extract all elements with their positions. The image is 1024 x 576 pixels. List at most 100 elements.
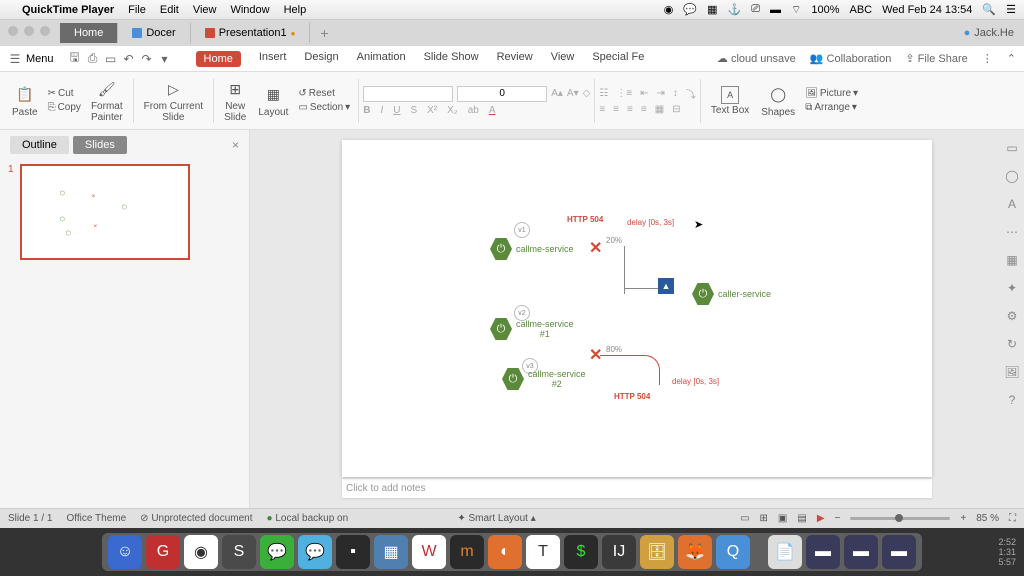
new-slide-button[interactable]: ⊞ New Slide xyxy=(218,78,252,123)
view-normal-icon[interactable]: ▭ xyxy=(740,513,749,524)
copy-button[interactable]: ⎘Copy xyxy=(44,101,85,114)
display-tray-icon[interactable]: ⎚ xyxy=(751,3,760,16)
increase-indent-button[interactable]: ⇥ xyxy=(657,88,665,99)
view-sorter-icon[interactable]: ⊞ xyxy=(760,513,768,524)
align-left-button[interactable]: ≡ xyxy=(599,104,605,115)
window3-icon[interactable]: ▬ xyxy=(882,535,916,569)
wps-icon[interactable]: W xyxy=(412,535,446,569)
font-family-input[interactable] xyxy=(363,86,453,102)
firefox-icon[interactable]: 🦊 xyxy=(678,535,712,569)
from-current-slide-button[interactable]: ▷ From Current Slide xyxy=(138,78,209,123)
cut-button[interactable]: ✂Cut xyxy=(44,87,85,100)
sublime-icon[interactable]: S xyxy=(222,535,256,569)
play-slideshow-icon[interactable]: ▶ xyxy=(817,513,825,524)
db-icon[interactable]: 🗄 xyxy=(640,535,674,569)
iterm-icon[interactable]: $ xyxy=(564,535,598,569)
record-icon[interactable]: ◉ xyxy=(664,3,674,16)
ribbon-tab-view[interactable]: View xyxy=(551,51,575,67)
help-icon[interactable]: ? xyxy=(1004,392,1020,408)
text-box-button[interactable]: A Text Box xyxy=(705,86,755,116)
text-panel-icon[interactable]: A xyxy=(1004,196,1020,212)
ribbon-more-icon[interactable]: ⋮ xyxy=(982,52,993,65)
ribbon-tab-animation[interactable]: Animation xyxy=(357,51,406,67)
tab-presentation[interactable]: Presentation1● xyxy=(191,23,311,43)
quicktime-icon[interactable]: Q xyxy=(716,535,750,569)
tab-home[interactable]: Home xyxy=(60,23,118,43)
calendar-tray-icon[interactable]: ▦ xyxy=(707,3,717,16)
spotlight-icon[interactable]: 🔍 xyxy=(982,3,996,16)
template-icon[interactable]: ▦ xyxy=(1004,252,1020,268)
increase-font-icon[interactable]: A▴ xyxy=(551,88,563,99)
window2-icon[interactable]: ▬ xyxy=(844,535,878,569)
wechat-icon[interactable]: 💬 xyxy=(260,535,294,569)
decrease-font-icon[interactable]: A▾ xyxy=(567,88,579,99)
superscript-button[interactable]: X² xyxy=(427,105,437,116)
zoom-level[interactable]: 85 % xyxy=(976,513,999,524)
align-center-button[interactable]: ≡ xyxy=(613,104,619,115)
ribbon-tab-review[interactable]: Review xyxy=(497,51,533,67)
collaboration[interactable]: 👥 Collaboration xyxy=(810,52,892,65)
fit-icon[interactable]: ⛶ xyxy=(1009,513,1016,524)
slide-canvas[interactable]: HTTP 504 delay [0s, 3s] v1 ⏻ callme-serv… xyxy=(342,140,932,477)
app3-icon[interactable]: m xyxy=(450,535,484,569)
underline-button[interactable]: U xyxy=(393,105,400,116)
image-panel-icon[interactable]: 🖼 xyxy=(1004,364,1020,380)
object-icon[interactable]: ▭ xyxy=(1004,140,1020,156)
subscript-button[interactable]: X₂ xyxy=(447,105,458,116)
format-painter-button[interactable]: 🖌 Format Painter xyxy=(85,78,129,123)
save-icon[interactable]: 🖫 xyxy=(68,52,82,66)
menu-edit[interactable]: Edit xyxy=(160,4,179,16)
menu-file[interactable]: File xyxy=(128,4,146,16)
print-icon[interactable]: ⎙ xyxy=(86,52,100,66)
ribbon-tab-design[interactable]: Design xyxy=(304,51,338,67)
new-tab-button[interactable]: + xyxy=(310,25,338,41)
backup-status[interactable]: ● Local backup on xyxy=(267,513,349,524)
zoom-slider[interactable] xyxy=(850,517,950,520)
star-icon[interactable]: ✦ xyxy=(1004,280,1020,296)
view-notes-icon[interactable]: ▤ xyxy=(797,513,806,524)
file-share[interactable]: ⇪ File Share xyxy=(905,52,967,65)
shapes-button[interactable]: ◯ Shapes xyxy=(755,84,801,118)
align-right-button[interactable]: ≡ xyxy=(627,104,633,115)
decrease-indent-button[interactable]: ⇤ xyxy=(640,88,648,99)
cloud-unsave[interactable]: ☁ cloud unsave xyxy=(717,52,796,65)
battery-tray-icon[interactable]: ▬ xyxy=(770,4,781,16)
doc-protection[interactable]: ⊘ Unprotected document xyxy=(140,513,252,524)
numbering-button[interactable]: ⋮≡ xyxy=(616,88,632,99)
wechat-tray-icon[interactable]: 💬 xyxy=(683,3,697,16)
columns-button[interactable]: ▦ xyxy=(655,104,664,115)
settings-icon[interactable]: ⚙ xyxy=(1004,308,1020,324)
shapes-panel-icon[interactable]: ◯ xyxy=(1004,168,1020,184)
vert-align-button[interactable]: ⊟ xyxy=(672,104,680,115)
close-panel-icon[interactable]: × xyxy=(232,138,239,152)
docker-tray-icon[interactable]: ⚓ xyxy=(727,3,741,16)
line-spacing-button[interactable]: ↕ xyxy=(673,88,678,99)
battery-percent[interactable]: 100% xyxy=(811,4,839,16)
slides-tab[interactable]: Slides xyxy=(73,136,127,154)
ribbon-tab-slideshow[interactable]: Slide Show xyxy=(424,51,479,67)
ime-label[interactable]: ABC xyxy=(849,4,872,16)
smart-layout-button[interactable]: ✦ Smart Layout ▴ xyxy=(457,513,535,524)
italic-button[interactable]: I xyxy=(380,105,383,116)
slide-thumbnail[interactable]: ⬡ × ⬡ ⬡ ⬡ × xyxy=(20,164,190,260)
strike-button[interactable]: S xyxy=(410,105,417,116)
ribbon-tab-special[interactable]: Special Fe xyxy=(592,51,644,67)
wifi-icon[interactable]: ⌔ xyxy=(791,3,801,17)
redo-icon[interactable]: ↷ xyxy=(140,52,154,66)
text-direction-button[interactable]: ⤵ xyxy=(686,86,696,101)
menu-label[interactable]: Menu xyxy=(26,53,54,65)
align-justify-button[interactable]: ≡ xyxy=(641,104,647,115)
bullets-button[interactable]: ☷ xyxy=(599,88,608,99)
view-reading-icon[interactable]: ▣ xyxy=(778,513,787,524)
textedit-icon[interactable]: T xyxy=(526,535,560,569)
chrome-icon[interactable]: ◉ xyxy=(184,535,218,569)
window-controls[interactable] xyxy=(8,26,50,36)
intellij-icon[interactable]: IJ xyxy=(602,535,636,569)
notes-placeholder[interactable]: Click to add notes xyxy=(342,479,932,498)
datetime[interactable]: Wed Feb 24 13:54 xyxy=(882,4,972,16)
arrange-button[interactable]: ⧉Arrange ▾ xyxy=(801,101,862,114)
terminal-icon[interactable]: ▪ xyxy=(336,535,370,569)
paste-button[interactable]: 📋 Paste xyxy=(6,84,44,118)
menu-view[interactable]: View xyxy=(193,4,217,16)
messages-icon[interactable]: 💬 xyxy=(298,535,332,569)
